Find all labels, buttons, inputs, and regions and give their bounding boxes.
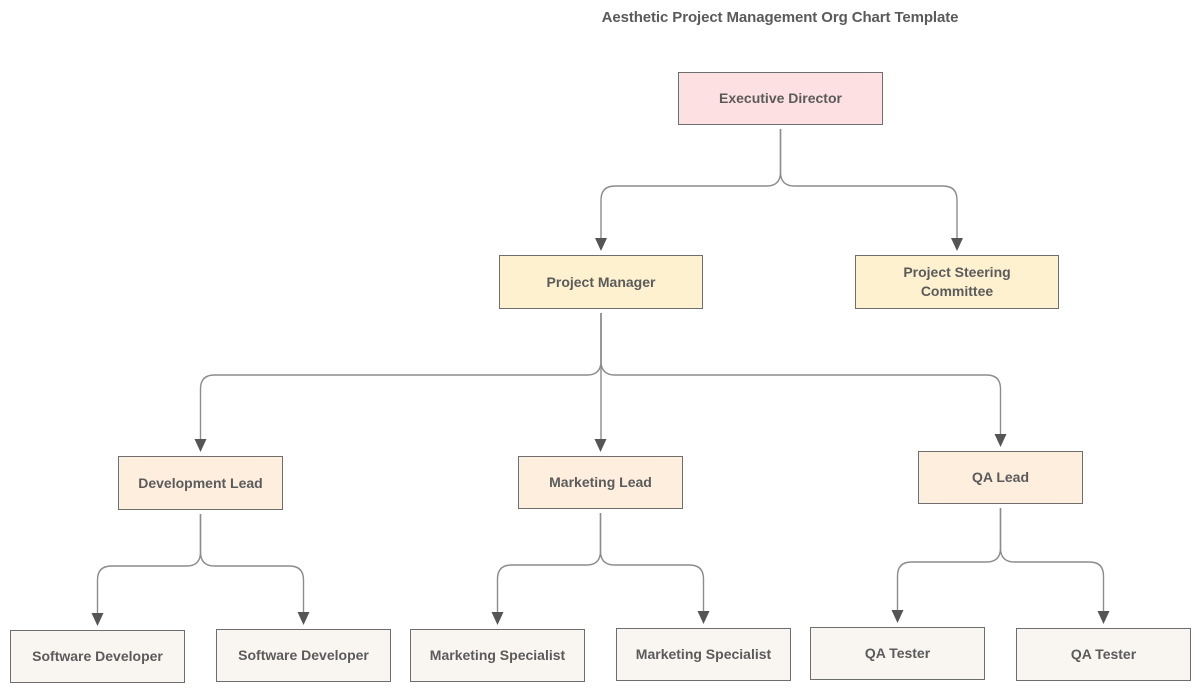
arrowhead-icon: [91, 613, 104, 626]
node-qa-lead[interactable]: QA Lead: [918, 451, 1083, 504]
node-qa-tester[interactable]: QA Tester: [810, 627, 985, 680]
node-project-manager[interactable]: Project Manager: [499, 255, 703, 309]
connector-line: [600, 313, 1002, 435]
arrowhead-icon: [891, 610, 904, 623]
arrowhead-icon: [951, 238, 963, 251]
arrowhead-icon: [194, 439, 207, 452]
arrowhead-icon: [595, 238, 607, 251]
connector-line: [999, 508, 1105, 612]
node-marketing-specialist[interactable]: Marketing Specialist: [616, 628, 791, 681]
node-software-developer[interactable]: Software Developer: [216, 629, 391, 682]
arrowhead-icon: [594, 439, 607, 452]
node-qa-tester[interactable]: QA Tester: [1016, 628, 1191, 681]
connector-line: [496, 513, 602, 613]
connector-line: [599, 513, 705, 612]
arrowhead-icon: [1097, 611, 1110, 624]
node-development-lead[interactable]: Development Lead: [118, 456, 283, 510]
node-software-developer[interactable]: Software Developer: [10, 630, 185, 683]
arrowhead-icon: [994, 434, 1007, 447]
node-executive-director[interactable]: Executive Director: [678, 72, 883, 125]
connector-line: [896, 508, 1002, 611]
node-marketing-specialist[interactable]: Marketing Specialist: [410, 629, 585, 682]
connector-line: [779, 129, 958, 239]
connector-line: [600, 129, 782, 239]
connectors-layer: [91, 129, 1110, 626]
node-marketing-lead[interactable]: Marketing Lead: [518, 456, 683, 509]
arrowhead-icon: [297, 612, 310, 625]
connector-line: [199, 514, 305, 613]
connector-line: [96, 514, 202, 614]
node-project-steering-committee[interactable]: Project Steering Committee: [855, 255, 1059, 309]
connector-line: [199, 313, 602, 440]
arrowhead-icon: [697, 611, 710, 624]
arrowhead-icon: [491, 612, 504, 625]
